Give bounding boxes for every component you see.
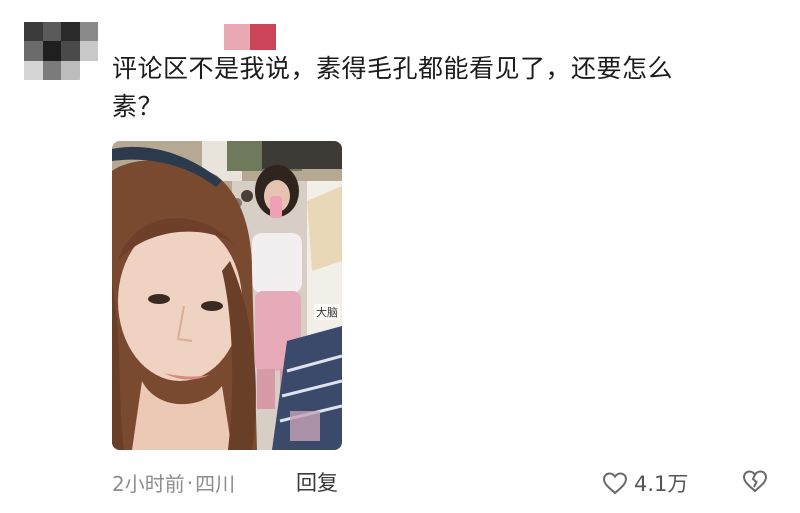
like-count: 4.1万: [634, 472, 689, 496]
heart-outline-icon: [602, 472, 628, 495]
comment-text: 评论区不是我说，素得毛孔都能看见了，还要怎么 素？: [112, 50, 752, 126]
photo-image: [112, 141, 342, 450]
comment-photo[interactable]: 大脑: [112, 141, 342, 450]
comment-text-line-1: 评论区不是我说，素得毛孔都能看见了，还要怎么: [112, 54, 674, 83]
comment-card: 评论区不是我说，素得毛孔都能看见了，还要怎么 素？ 大脑 2小时前 · 四川 回…: [0, 0, 800, 513]
comment-text-line-2: 素？: [112, 92, 164, 121]
dislike-button[interactable]: [742, 469, 768, 497]
timestamp: 2小时前: [112, 472, 185, 496]
avatar[interactable]: [24, 22, 98, 80]
reply-button[interactable]: 回复: [296, 467, 338, 497]
comment-meta: 2小时前 · 四川: [112, 468, 235, 497]
photo-watermark-caption: 大脑: [314, 304, 340, 320]
meta-separator: ·: [186, 470, 194, 495]
like-button[interactable]: 4.1万: [602, 468, 688, 498]
broken-heart-icon: [742, 470, 768, 493]
location: 四川: [195, 472, 236, 496]
username-censored[interactable]: [224, 24, 276, 50]
